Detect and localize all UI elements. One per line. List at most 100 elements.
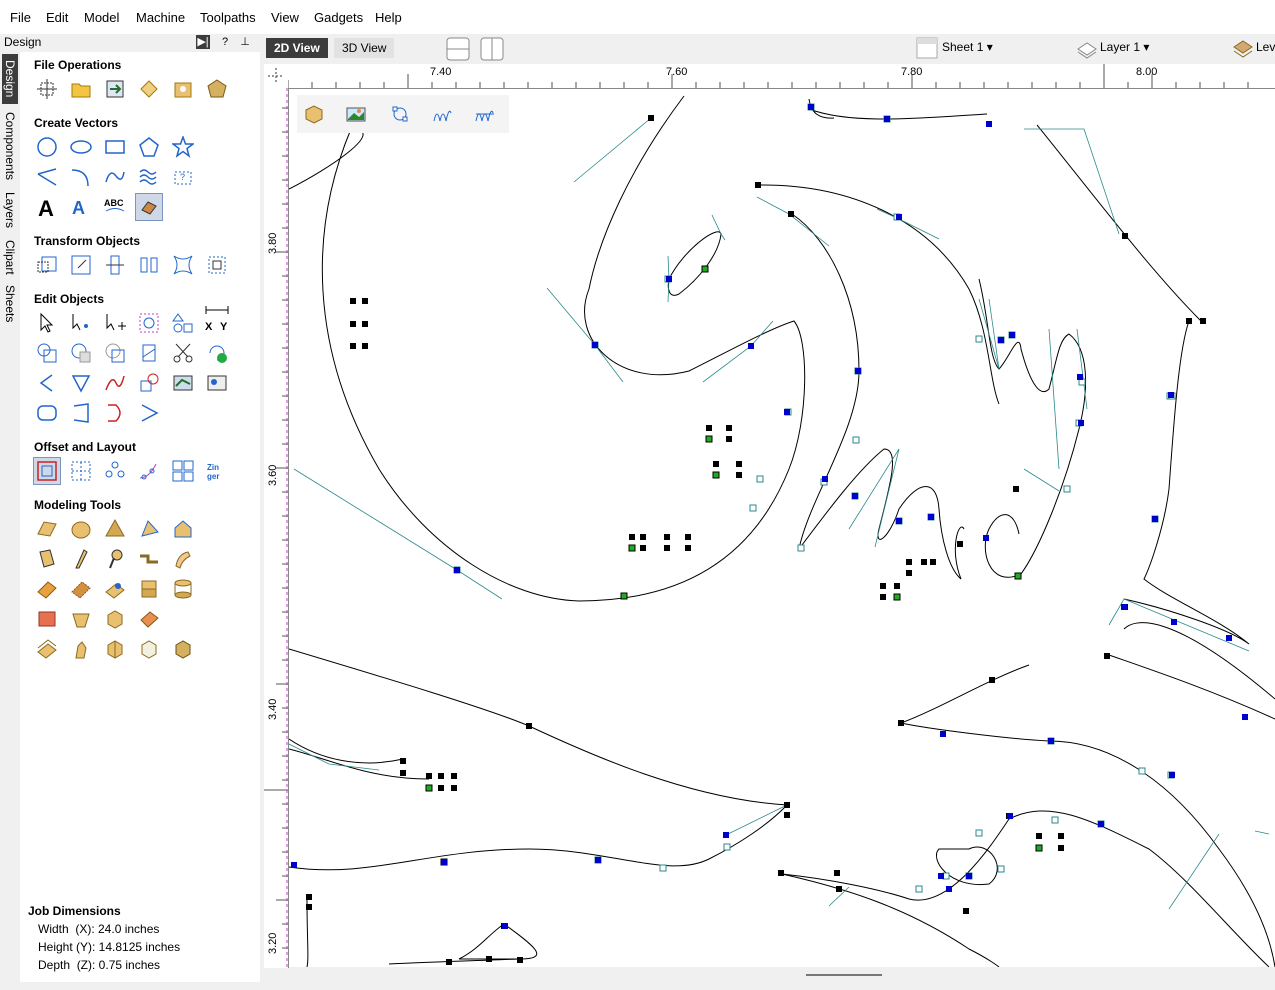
vector-node[interactable] [921, 559, 927, 565]
node-view-icon[interactable] [387, 101, 413, 127]
vector-node[interactable] [736, 472, 742, 478]
vector-node[interactable] [666, 276, 672, 282]
vector-node[interactable] [628, 544, 636, 552]
vector-node[interactable] [898, 720, 904, 726]
vector-node[interactable] [797, 544, 805, 552]
tab-2d-view[interactable]: 2D View [266, 38, 328, 58]
layer-stack-icon[interactable] [34, 636, 60, 662]
vector-node[interactable] [685, 534, 691, 540]
import-model-icon[interactable] [170, 76, 196, 102]
vector-node[interactable] [855, 368, 861, 374]
u-curve-icon[interactable] [102, 400, 128, 426]
vector-node[interactable] [894, 583, 900, 589]
panel-collapse-button[interactable]: ▶| [196, 35, 210, 49]
red-box-icon[interactable] [34, 606, 60, 632]
vector-node[interactable] [946, 886, 952, 892]
vector-node[interactable] [712, 471, 720, 479]
new-file-icon[interactable] [34, 76, 60, 102]
texture-area-icon[interactable] [68, 576, 94, 602]
text-on-curve-icon[interactable]: A [68, 194, 94, 220]
vector-node[interactable] [648, 115, 654, 121]
vector-node[interactable] [438, 785, 444, 791]
vector-node[interactable] [640, 545, 646, 551]
cube-icon[interactable] [102, 606, 128, 632]
vector-node[interactable] [362, 298, 368, 304]
tab-clipart[interactable]: Clipart [2, 236, 18, 278]
angled-plane-icon[interactable] [136, 516, 162, 542]
star-icon[interactable] [170, 134, 196, 160]
vector-node[interactable] [975, 829, 983, 837]
text-arc-icon[interactable]: ABC [102, 194, 128, 220]
text-icon[interactable]: A [34, 194, 60, 220]
tab-design[interactable]: Design [2, 54, 18, 104]
vector-node[interactable] [1169, 772, 1175, 778]
vector-node[interactable] [938, 873, 944, 879]
toolpath-preview-icon[interactable] [471, 101, 497, 127]
vector-drawing[interactable] [289, 89, 1275, 967]
distort-icon[interactable] [170, 252, 196, 278]
cylinder-icon[interactable] [170, 576, 196, 602]
vector-node[interactable] [350, 321, 356, 327]
vector-node[interactable] [1078, 420, 1084, 426]
vector-node[interactable] [998, 337, 1004, 343]
vector-node[interactable] [1122, 233, 1128, 239]
vector-node[interactable] [778, 870, 784, 876]
vector-node[interactable] [1098, 821, 1104, 827]
copy-along-vector-icon[interactable] [136, 458, 162, 484]
vector-node[interactable] [1186, 318, 1192, 324]
polygon-icon[interactable] [136, 134, 162, 160]
vector-node[interactable] [306, 894, 312, 900]
vector-node[interactable] [822, 476, 828, 482]
pyramid-icon[interactable] [102, 516, 128, 542]
mirror-icon[interactable] [136, 252, 162, 278]
vector-node[interactable] [1048, 738, 1054, 744]
menu-file[interactable]: File [10, 10, 31, 25]
vector-node[interactable] [963, 908, 969, 914]
vector-node[interactable] [1035, 844, 1043, 852]
zigzag-block-icon[interactable] [136, 546, 162, 572]
levels-selector[interactable]: Lev [1256, 40, 1275, 54]
vector-node[interactable] [755, 182, 761, 188]
vector-node[interactable] [989, 677, 995, 683]
sweep-profile-icon[interactable] [102, 546, 128, 572]
vector-node[interactable] [749, 504, 757, 512]
vector-node[interactable] [526, 723, 532, 729]
smooth-icon[interactable] [102, 576, 128, 602]
vector-node[interactable] [713, 461, 719, 467]
vector-node[interactable] [736, 461, 742, 467]
vector-node[interactable] [723, 832, 729, 838]
vector-node[interactable] [595, 857, 601, 863]
tab-3d-view[interactable]: 3D View [334, 38, 395, 58]
vector-node[interactable] [975, 335, 983, 343]
node-link-icon[interactable] [136, 370, 162, 396]
weld-icon[interactable] [34, 340, 60, 366]
vector-node[interactable] [425, 784, 433, 792]
render-3d-icon[interactable] [301, 101, 327, 127]
vector-node[interactable] [705, 435, 713, 443]
vector-node[interactable] [1121, 604, 1127, 610]
vector-node[interactable] [930, 559, 936, 565]
extrude-icon[interactable] [34, 546, 60, 572]
nesting-icon[interactable] [170, 458, 196, 484]
vector-node[interactable] [808, 104, 814, 110]
hand-sculpt-icon[interactable] [170, 546, 196, 572]
vector-node[interactable] [896, 214, 902, 220]
component-stack-icon[interactable] [136, 576, 162, 602]
vector-node[interactable] [1063, 485, 1071, 493]
chevron-right-icon[interactable] [136, 400, 162, 426]
dome-icon[interactable] [68, 516, 94, 542]
sheet-selector[interactable]: Sheet 1 ▾ [942, 40, 993, 54]
vector-node[interactable] [685, 545, 691, 551]
panel-pin-button[interactable]: ⊥ [238, 35, 252, 49]
bracket-icon[interactable] [68, 400, 94, 426]
vector-node[interactable] [664, 545, 670, 551]
vector-node[interactable] [400, 770, 406, 776]
chevron-left-icon[interactable] [34, 370, 60, 396]
subtract-icon[interactable] [68, 340, 94, 366]
close-vectors-icon[interactable] [204, 340, 230, 366]
vector-node[interactable] [906, 559, 912, 565]
vector-node[interactable] [723, 843, 731, 851]
rectangle-icon[interactable] [102, 134, 128, 160]
vector-node[interactable] [350, 343, 356, 349]
curve-icon[interactable] [102, 164, 128, 190]
